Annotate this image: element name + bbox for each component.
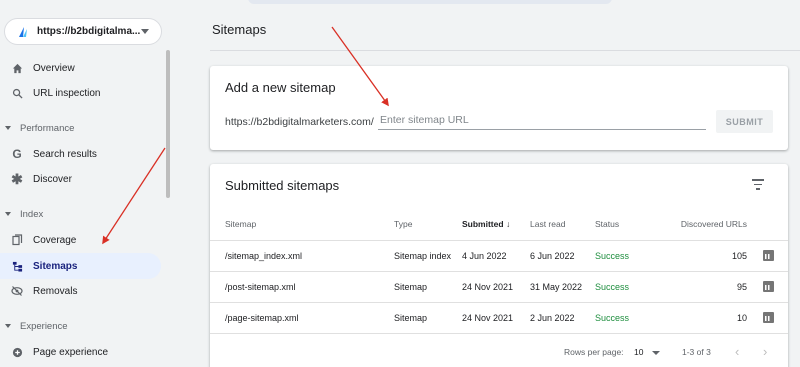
- col-type[interactable]: Type: [394, 209, 462, 241]
- table-header-row: Sitemap Type Submitted ↓ Last read Statu…: [210, 209, 788, 241]
- col-actions: [749, 209, 788, 241]
- google-g-icon: G: [12, 147, 22, 161]
- cell-discovered: 95: [663, 271, 749, 303]
- page-title: Sitemaps: [212, 22, 267, 37]
- file-copy-icon: [11, 234, 23, 246]
- expand-icon: [5, 126, 11, 130]
- sidebar-item-removals[interactable]: Removals: [0, 278, 161, 304]
- section-index[interactable]: Index: [0, 204, 43, 224]
- sitemap-url-input[interactable]: [378, 110, 706, 130]
- section-performance[interactable]: Performance: [0, 118, 74, 138]
- sidebar-item-label: Discover: [33, 173, 72, 185]
- cell-sitemap: /page-sitemap.xml: [210, 302, 394, 334]
- chevron-right-icon[interactable]: ›: [763, 344, 767, 359]
- filter-icon[interactable]: [751, 179, 765, 191]
- cell-report[interactable]: [749, 240, 788, 272]
- section-experience[interactable]: Experience: [0, 316, 68, 336]
- sidebar-item-label: Sitemaps: [33, 260, 78, 272]
- sidebar-item-discover[interactable]: ✱ Discover: [0, 166, 161, 192]
- submit-button[interactable]: SUBMIT: [716, 110, 773, 133]
- property-selector[interactable]: https://b2bdigitalma...: [4, 18, 162, 45]
- section-label: Performance: [20, 122, 75, 134]
- top-search-bar[interactable]: [248, 0, 612, 4]
- table-row[interactable]: /sitemap_index.xml Sitemap index 4 Jun 2…: [210, 240, 788, 272]
- bar-chart-icon[interactable]: [763, 312, 774, 324]
- submitted-sitemaps-card: Submitted sitemaps Sitemap Type Submitte…: [210, 164, 788, 367]
- section-label: Index: [20, 208, 44, 220]
- section-label: Experience: [20, 320, 68, 332]
- eye-off-icon: [11, 285, 23, 297]
- table-row[interactable]: /page-sitemap.xml Sitemap 24 Nov 2021 2 …: [210, 302, 788, 334]
- sidebar-item-search-results[interactable]: G Search results: [0, 141, 161, 167]
- page-range: 1-3 of 3: [682, 347, 711, 357]
- chevron-down-icon: [141, 29, 149, 34]
- cell-type: Sitemap: [394, 271, 462, 303]
- chevron-down-icon[interactable]: [652, 351, 660, 355]
- cell-type: Sitemap: [394, 302, 462, 334]
- col-last-read[interactable]: Last read: [530, 209, 595, 241]
- sidebar-item-label: Overview: [33, 62, 75, 74]
- add-sitemap-card: Add a new sitemap https://b2bdigitalmark…: [210, 66, 788, 150]
- bar-chart-icon[interactable]: [763, 250, 774, 262]
- cell-status: Success: [595, 302, 663, 334]
- sidebar-item-label: Page experience: [33, 346, 109, 358]
- asterisk-icon: ✱: [11, 170, 23, 187]
- cell-submitted: 24 Nov 2021: [462, 271, 530, 303]
- cell-sitemap: /post-sitemap.xml: [210, 271, 394, 303]
- chevron-left-icon[interactable]: ‹: [735, 344, 739, 359]
- property-url: https://b2bdigitalma...: [37, 26, 141, 37]
- cell-discovered: 105: [663, 240, 749, 272]
- cell-last-read: 31 May 2022: [530, 271, 595, 303]
- sidebar-item-label: Coverage: [33, 234, 77, 246]
- cell-discovered: 10: [663, 302, 749, 334]
- col-sitemap[interactable]: Sitemap: [210, 209, 394, 241]
- cell-last-read: 6 Jun 2022: [530, 240, 595, 272]
- submitted-sitemaps-heading: Submitted sitemaps: [225, 178, 340, 193]
- cell-submitted: 4 Jun 2022: [462, 240, 530, 272]
- expand-icon: [5, 212, 11, 216]
- cell-status: Success: [595, 271, 663, 303]
- cell-type: Sitemap index: [394, 240, 462, 272]
- sitemap-icon: [11, 260, 23, 272]
- sidebar-item-label: URL inspection: [33, 87, 101, 99]
- rows-per-page-label: Rows per page:: [564, 347, 624, 357]
- col-status[interactable]: Status: [595, 209, 663, 241]
- rows-per-page-select[interactable]: 10: [634, 347, 643, 357]
- sidebar-item-label: Search results: [33, 148, 97, 160]
- cell-status: Success: [595, 240, 663, 272]
- arrow-down-icon: ↓: [505, 219, 511, 230]
- cell-report[interactable]: [749, 302, 788, 334]
- bar-chart-icon[interactable]: [763, 281, 774, 293]
- divider: [210, 50, 800, 51]
- col-submitted[interactable]: Submitted ↓: [462, 209, 530, 241]
- col-discovered-urls[interactable]: Discovered URLs: [663, 209, 749, 241]
- search-icon: [11, 87, 23, 99]
- sidebar-item-page-experience[interactable]: Page experience: [0, 339, 161, 365]
- add-sitemap-heading: Add a new sitemap: [225, 80, 336, 95]
- col-submitted-label: Submitted: [462, 219, 504, 230]
- sidebar-scrollbar[interactable]: [166, 50, 170, 198]
- table-pagination: Rows per page: 10 1-3 of 3 ‹ ›: [210, 344, 788, 364]
- sidebar-item-url-inspection[interactable]: URL inspection: [0, 80, 161, 106]
- cell-last-read: 2 Jun 2022: [530, 302, 595, 334]
- sidebar-item-sitemaps[interactable]: Sitemaps: [0, 253, 161, 279]
- table-row[interactable]: /post-sitemap.xml Sitemap 24 Nov 2021 31…: [210, 271, 788, 303]
- sitemap-url-prefix: https://b2bdigitalmarketers.com/: [225, 116, 374, 128]
- site-logo-icon: [19, 26, 27, 37]
- expand-icon: [5, 324, 11, 328]
- sidebar-item-coverage[interactable]: Coverage: [0, 227, 161, 253]
- sidebar-item-label: Removals: [33, 285, 78, 297]
- cell-report[interactable]: [749, 271, 788, 303]
- sidebar-item-overview[interactable]: Overview: [0, 55, 161, 81]
- cell-sitemap: /sitemap_index.xml: [210, 240, 394, 272]
- home-icon: [11, 62, 23, 74]
- add-circle-icon: [11, 346, 23, 358]
- cell-submitted: 24 Nov 2021: [462, 302, 530, 334]
- sidebar: https://b2bdigitalma... Overview URL ins…: [0, 0, 172, 367]
- sitemaps-table: Sitemap Type Submitted ↓ Last read Statu…: [210, 209, 788, 334]
